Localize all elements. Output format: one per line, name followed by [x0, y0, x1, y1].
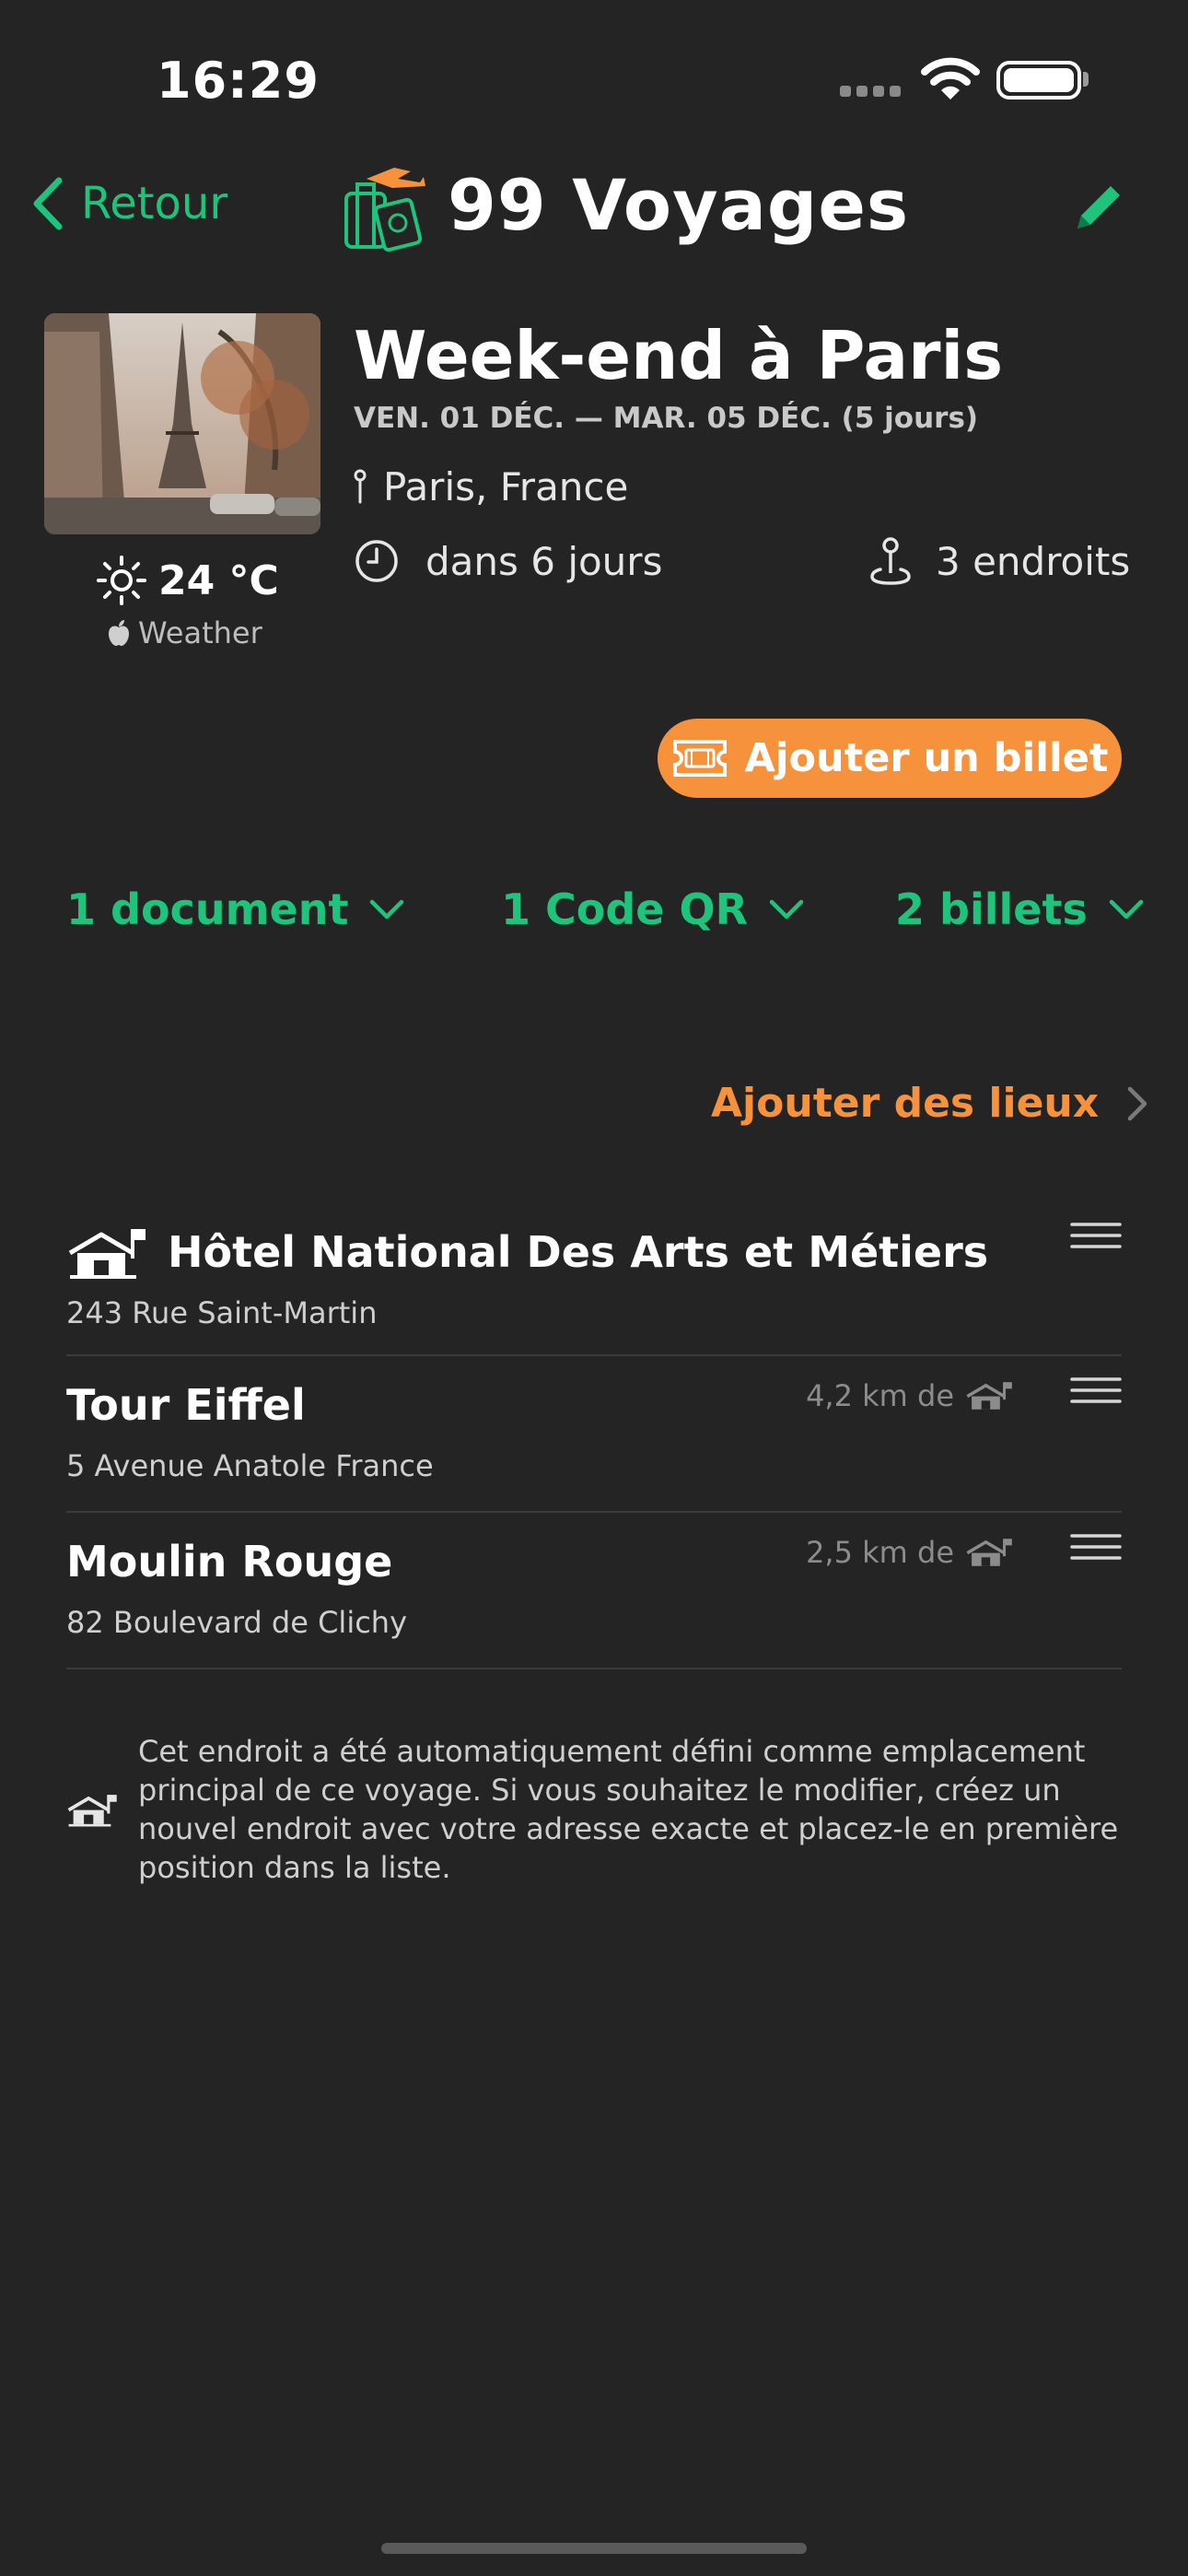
- tickets-dropdown[interactable]: 2 billets: [895, 884, 1145, 934]
- edit-button[interactable]: [1070, 181, 1125, 240]
- documents-dropdown-label: 1 document: [66, 884, 349, 934]
- place-distance: 4,2 km de: [806, 1378, 1013, 1413]
- map-pin-icon: [354, 469, 367, 503]
- place-name: Hôtel National Des Arts et Métiers: [168, 1227, 989, 1277]
- pencil-icon: [1077, 186, 1120, 228]
- place-address: 243 Rue Saint-Martin: [66, 1295, 378, 1330]
- chevron-right-icon: [1127, 1086, 1147, 1120]
- trip-places-label: 3 endroits: [936, 538, 1131, 584]
- wifi-icon: [921, 55, 980, 105]
- qr-codes-dropdown[interactable]: 1 Code QR: [501, 884, 805, 934]
- app-title: 99 Voyages: [448, 164, 910, 246]
- home-flag-icon: [966, 1382, 1012, 1410]
- home-flag-icon: [67, 1795, 117, 1827]
- add-ticket-label: Ajouter un billet: [744, 735, 1109, 781]
- home-flag-icon: [68, 1229, 146, 1279]
- ticket-icon: [672, 740, 727, 777]
- documents-dropdown[interactable]: 1 document: [66, 884, 405, 934]
- trip-countdown: dans 6 jours: [354, 538, 662, 584]
- drag-handle-icon[interactable]: [1070, 1222, 1122, 1249]
- place-distance-label: 2,5 km de: [806, 1535, 954, 1570]
- place-name: Moulin Rouge: [66, 1537, 393, 1587]
- trip-places-count: 3 endroits: [869, 536, 1130, 586]
- chevron-down-icon: [769, 899, 804, 919]
- tickets-dropdown-label: 2 billets: [895, 884, 1088, 934]
- add-ticket-button[interactable]: Ajouter un billet: [658, 719, 1122, 798]
- drag-handle-icon[interactable]: [1070, 1376, 1122, 1404]
- place-distance-label: 4,2 km de: [806, 1378, 954, 1413]
- place-row[interactable]: Hôtel National Des Arts et Métiers 243 R…: [66, 1207, 1122, 1356]
- back-button[interactable]: Retour: [31, 177, 227, 230]
- place-distance: 2,5 km de: [806, 1535, 1013, 1570]
- trip-dates: VEN. 01 DÉC. — MAR. 05 DÉC. (5 jours): [354, 402, 979, 435]
- cellular-signal-icon: [840, 83, 906, 97]
- place-address: 82 Boulevard de Clichy: [66, 1605, 408, 1640]
- trip-title: Week-end à Paris: [354, 317, 1004, 394]
- chevron-left-icon: [33, 177, 63, 230]
- back-button-label: Retour: [81, 178, 228, 229]
- trip-location: Paris, France: [354, 464, 628, 509]
- status-time: 16:29: [157, 52, 320, 110]
- place-row[interactable]: Tour Eiffel 5 Avenue Anatole France 4,2 …: [66, 1356, 1122, 1513]
- weather-widget[interactable]: 24 °C: [96, 555, 279, 606]
- weather-attribution: Weather: [107, 615, 262, 650]
- add-places-label: Ajouter des lieux: [711, 1080, 1100, 1127]
- place-address: 5 Avenue Anatole France: [66, 1448, 434, 1483]
- main-place-note-text: Cet endroit a été automatiquement défini…: [138, 1734, 1119, 1885]
- weather-temperature: 24 °C: [158, 556, 279, 604]
- drag-handle-icon[interactable]: [1070, 1533, 1122, 1561]
- chevron-down-icon: [370, 899, 404, 919]
- battery-nub: [1083, 72, 1089, 87]
- location-pin-icon: [870, 537, 911, 585]
- place-row[interactable]: Moulin Rouge 82 Boulevard de Clichy 2,5 …: [66, 1513, 1122, 1669]
- trip-location-label: Paris, France: [383, 464, 629, 509]
- chevron-down-icon: [1109, 899, 1144, 919]
- home-flag-icon: [966, 1539, 1012, 1566]
- eiffel-tower-photo[interactable]: [44, 313, 320, 534]
- weather-source-label: Weather: [138, 615, 262, 650]
- clock-icon: [355, 540, 398, 582]
- battery-icon: [996, 61, 1081, 100]
- travel-luggage-icon: [339, 162, 427, 258]
- qr-codes-dropdown-label: 1 Code QR: [501, 884, 749, 934]
- trip-countdown-label: dans 6 jours: [425, 538, 663, 584]
- sun-icon: [97, 556, 146, 605]
- place-name: Tour Eiffel: [66, 1380, 306, 1430]
- apple-logo-icon: [109, 620, 129, 646]
- home-indicator[interactable]: [381, 2543, 807, 2554]
- add-places-button[interactable]: Ajouter des lieux: [711, 1080, 1148, 1127]
